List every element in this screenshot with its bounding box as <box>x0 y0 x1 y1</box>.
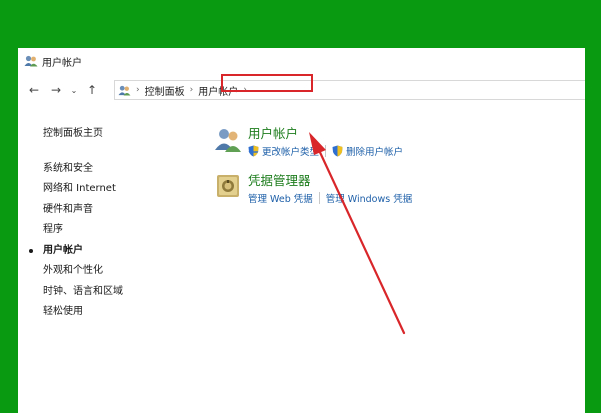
users-icon <box>24 55 38 67</box>
up-arrow-icon[interactable]: ↑ <box>84 83 100 97</box>
forward-arrow-icon[interactable]: → <box>48 83 64 97</box>
credential-vault-icon[interactable] <box>214 172 242 200</box>
chevron-down-icon[interactable]: ⌄ <box>66 86 82 95</box>
sidebar-item-home[interactable]: 控制面板主页 <box>43 124 213 145</box>
window-title: 用户帐户 <box>42 57 82 69</box>
sidebar-item-label: 用户帐户 <box>43 244 83 256</box>
link-divider <box>318 192 320 204</box>
control-panel-window: 用户帐户 ← → ⌄ ↑ › 控制面板 › 用户帐户 › 控制面板主页 系统和安… <box>18 48 585 413</box>
sidebar-item-clock-region[interactable]: 时钟、语言和区域 <box>43 282 213 303</box>
change-account-type-link[interactable]: 更改帐户类型 <box>248 144 319 158</box>
sidebar-item-programs[interactable]: 程序 <box>43 220 213 241</box>
delete-user-account-link[interactable]: 删除用户帐户 <box>332 144 403 158</box>
sidebar-item-system-security[interactable]: 系统和安全 <box>43 159 213 180</box>
manage-windows-credentials-link[interactable]: 管理 Windows 凭据 <box>326 191 412 205</box>
sidebar-item-network[interactable]: 网络和 Internet <box>43 179 213 200</box>
credential-manager-link[interactable]: 凭据管理器 <box>248 172 412 190</box>
link-divider <box>325 145 327 157</box>
uac-shield-icon <box>248 145 259 157</box>
sidebar-item-appearance[interactable]: 外观和个性化 <box>43 261 213 282</box>
sidebar-item-ease-of-access[interactable]: 轻松使用 <box>43 302 213 323</box>
chevron-right-icon: › <box>189 85 194 95</box>
title-bar: 用户帐户 <box>18 48 585 74</box>
annotation-highlight-box <box>221 74 313 92</box>
user-accounts-link[interactable]: 用户帐户 <box>248 125 403 143</box>
back-arrow-icon[interactable]: ← <box>26 83 42 97</box>
sidebar-item-user-accounts[interactable]: 用户帐户 <box>29 241 213 262</box>
users-icon <box>118 85 131 96</box>
manage-web-credentials-link[interactable]: 管理 Web 凭据 <box>248 191 313 205</box>
credential-manager-tasks: 管理 Web 凭据 管理 Windows 凭据 <box>248 190 412 206</box>
active-bullet <box>29 248 33 253</box>
sidebar: 控制面板主页 系统和安全 网络和 Internet 硬件和声音 程序 用户帐户 … <box>29 124 213 323</box>
uac-shield-icon <box>332 145 343 157</box>
user-accounts-tasks: 更改帐户类型 删除用户帐户 <box>248 143 403 159</box>
breadcrumb[interactable]: › 控制面板 › 用户帐户 › <box>114 80 585 100</box>
users-icon[interactable] <box>214 125 242 153</box>
category-user-accounts: 用户帐户 更改帐户类型 删除用户帐户 <box>214 125 403 159</box>
category-credential-manager: 凭据管理器 管理 Web 凭据 管理 Windows 凭据 <box>214 172 412 206</box>
chevron-right-icon: › <box>136 85 140 95</box>
sidebar-item-hardware-sound[interactable]: 硬件和声音 <box>43 200 213 221</box>
breadcrumb-item-control-panel[interactable]: 控制面板 <box>145 83 185 98</box>
